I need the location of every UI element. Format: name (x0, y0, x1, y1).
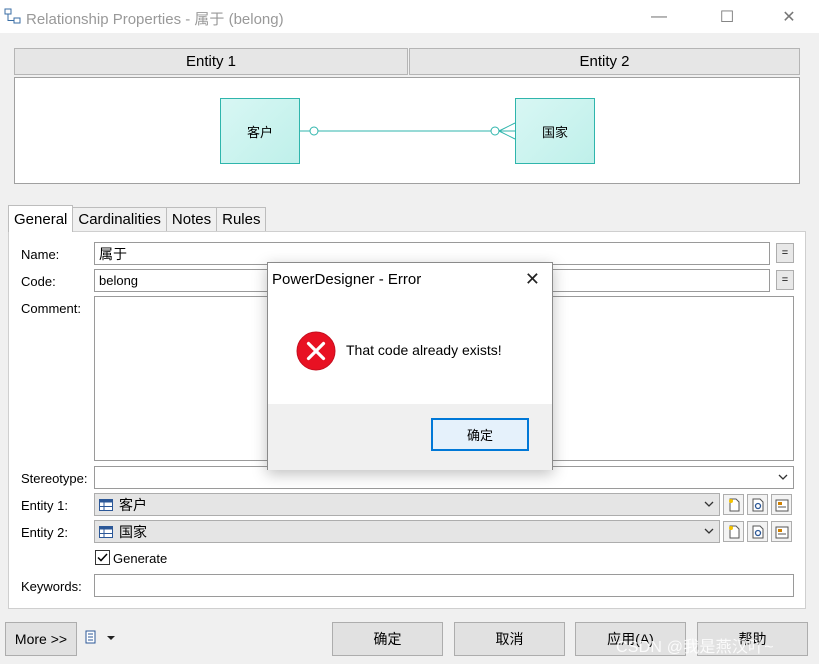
entity2-header[interactable]: Entity 2 (409, 48, 800, 75)
entity1-header[interactable]: Entity 1 (14, 48, 408, 75)
entity2-new-button[interactable] (723, 521, 744, 542)
chevron-down-icon[interactable] (777, 471, 789, 483)
properties-icon (775, 499, 788, 511)
name-code-sync-button[interactable]: = (776, 243, 794, 263)
error-dialog-footer: 确定 (268, 404, 552, 470)
error-dialog: PowerDesigner - Error ✕ That code alread… (267, 262, 553, 470)
error-dialog-close-button[interactable]: ✕ (525, 269, 540, 290)
keywords-input[interactable] (94, 574, 794, 597)
find-icon (752, 525, 763, 538)
error-message: That code already exists! (346, 342, 502, 358)
code-name-sync-button[interactable]: = (776, 270, 794, 290)
comment-label: Comment: (21, 301, 81, 316)
dropdown-arrow-icon (107, 636, 115, 640)
relationship-app-icon (4, 8, 21, 24)
generate-checkbox[interactable] (95, 550, 110, 565)
relationship-line (300, 122, 516, 140)
entity2-box: 国家 (515, 98, 595, 164)
window-title: Relationship Properties - 属于 (belong) (26, 11, 284, 28)
watermark: CSDN @我是燕汉吖~ (616, 639, 774, 656)
cancel-button[interactable]: 取消 (454, 622, 565, 656)
entity1-label: Entity 1: (21, 498, 68, 513)
tab-cardinalities[interactable]: Cardinalities (72, 207, 167, 231)
error-icon (296, 331, 336, 371)
entity1-find-button[interactable] (747, 494, 768, 515)
tab-notes[interactable]: Notes (165, 207, 218, 231)
code-label: Code: (21, 274, 56, 289)
entity2-find-button[interactable] (747, 521, 768, 542)
entity1-select-value: 客户 (119, 496, 147, 513)
entity1-box: 客户 (220, 98, 300, 164)
table-icon (99, 525, 113, 538)
print-menu-button[interactable] (84, 630, 116, 646)
maximize-button[interactable]: ☐ (704, 0, 750, 33)
entity2-select-value: 国家 (119, 523, 147, 540)
relationship-diagram: 客户 国家 (14, 77, 800, 184)
new-document-icon (728, 498, 739, 511)
close-window-button[interactable]: ✕ (766, 0, 812, 33)
new-document-icon (728, 525, 739, 538)
entity2-label: Entity 2: (21, 525, 68, 540)
stereotype-label: Stereotype: (21, 471, 88, 486)
entity1-select[interactable]: 客户 (94, 493, 720, 516)
tab-rules[interactable]: Rules (216, 207, 267, 231)
name-label: Name: (21, 247, 60, 262)
minimize-button[interactable]: — (636, 0, 682, 33)
generate-label: Generate (113, 551, 168, 566)
more-button[interactable]: More >> (5, 622, 77, 656)
print-icon (85, 630, 96, 644)
properties-icon (775, 526, 788, 538)
property-tabs: General Cardinalities Notes Rules (8, 205, 267, 232)
entity2-select[interactable]: 国家 (94, 520, 720, 543)
error-dialog-title: PowerDesigner - Error (272, 271, 422, 288)
chevron-down-icon[interactable] (703, 525, 715, 537)
entity1-properties-button[interactable] (771, 494, 792, 515)
error-ok-button[interactable]: 确定 (431, 418, 529, 451)
checkmark-icon (97, 553, 108, 562)
table-icon (99, 498, 113, 511)
chevron-down-icon[interactable] (703, 498, 715, 510)
entity2-properties-button[interactable] (771, 521, 792, 542)
entity1-new-button[interactable] (723, 494, 744, 515)
ok-button[interactable]: 确定 (332, 622, 443, 656)
title-bar: Relationship Properties - 属于 (belong) — … (0, 0, 819, 33)
find-icon (752, 498, 763, 511)
tab-general[interactable]: General (8, 205, 74, 232)
keywords-label: Keywords: (21, 579, 82, 594)
